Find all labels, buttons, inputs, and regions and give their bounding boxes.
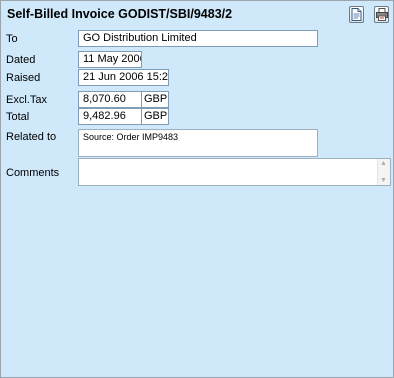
total-field[interactable]: 9,482.96 bbox=[78, 108, 142, 125]
invoice-panel: Self-Billed Invoice GODIST/SBI/9483/2 To… bbox=[0, 0, 394, 378]
total-label: Total bbox=[6, 111, 30, 123]
to-label: To bbox=[6, 33, 18, 45]
to-field[interactable]: GO Distribution Limited bbox=[78, 30, 318, 47]
print-button[interactable] bbox=[374, 6, 389, 23]
document-button[interactable] bbox=[349, 6, 364, 23]
raised-field[interactable]: 21 Jun 2006 15:25 bbox=[78, 69, 169, 86]
document-icon bbox=[351, 8, 362, 21]
excl-tax-currency: GBP bbox=[141, 91, 169, 108]
comments-label: Comments bbox=[6, 167, 60, 179]
dated-field[interactable]: 11 May 2006 bbox=[78, 51, 142, 68]
scroll-up-icon[interactable]: ▲ bbox=[380, 160, 387, 167]
print-icon bbox=[376, 8, 388, 21]
excl-tax-field[interactable]: 8,070.60 bbox=[78, 91, 142, 108]
dated-label: Dated bbox=[6, 54, 36, 66]
comments-scrollbar[interactable]: ▲ ▼ bbox=[377, 159, 390, 185]
comments-field[interactable]: ▲ ▼ bbox=[78, 158, 391, 186]
scroll-down-icon[interactable]: ▼ bbox=[380, 177, 387, 184]
page-title: Self-Billed Invoice GODIST/SBI/9483/2 bbox=[7, 7, 233, 21]
raised-label: Raised bbox=[6, 72, 41, 84]
comments-value bbox=[79, 159, 390, 163]
related-to-label: Related to bbox=[6, 131, 57, 143]
related-to-value: Source: Order IMP9483 bbox=[83, 132, 179, 142]
excl-tax-label: Excl.Tax bbox=[6, 94, 47, 106]
related-to-field[interactable]: Source: Order IMP9483 bbox=[78, 129, 318, 157]
total-currency: GBP bbox=[141, 108, 169, 125]
